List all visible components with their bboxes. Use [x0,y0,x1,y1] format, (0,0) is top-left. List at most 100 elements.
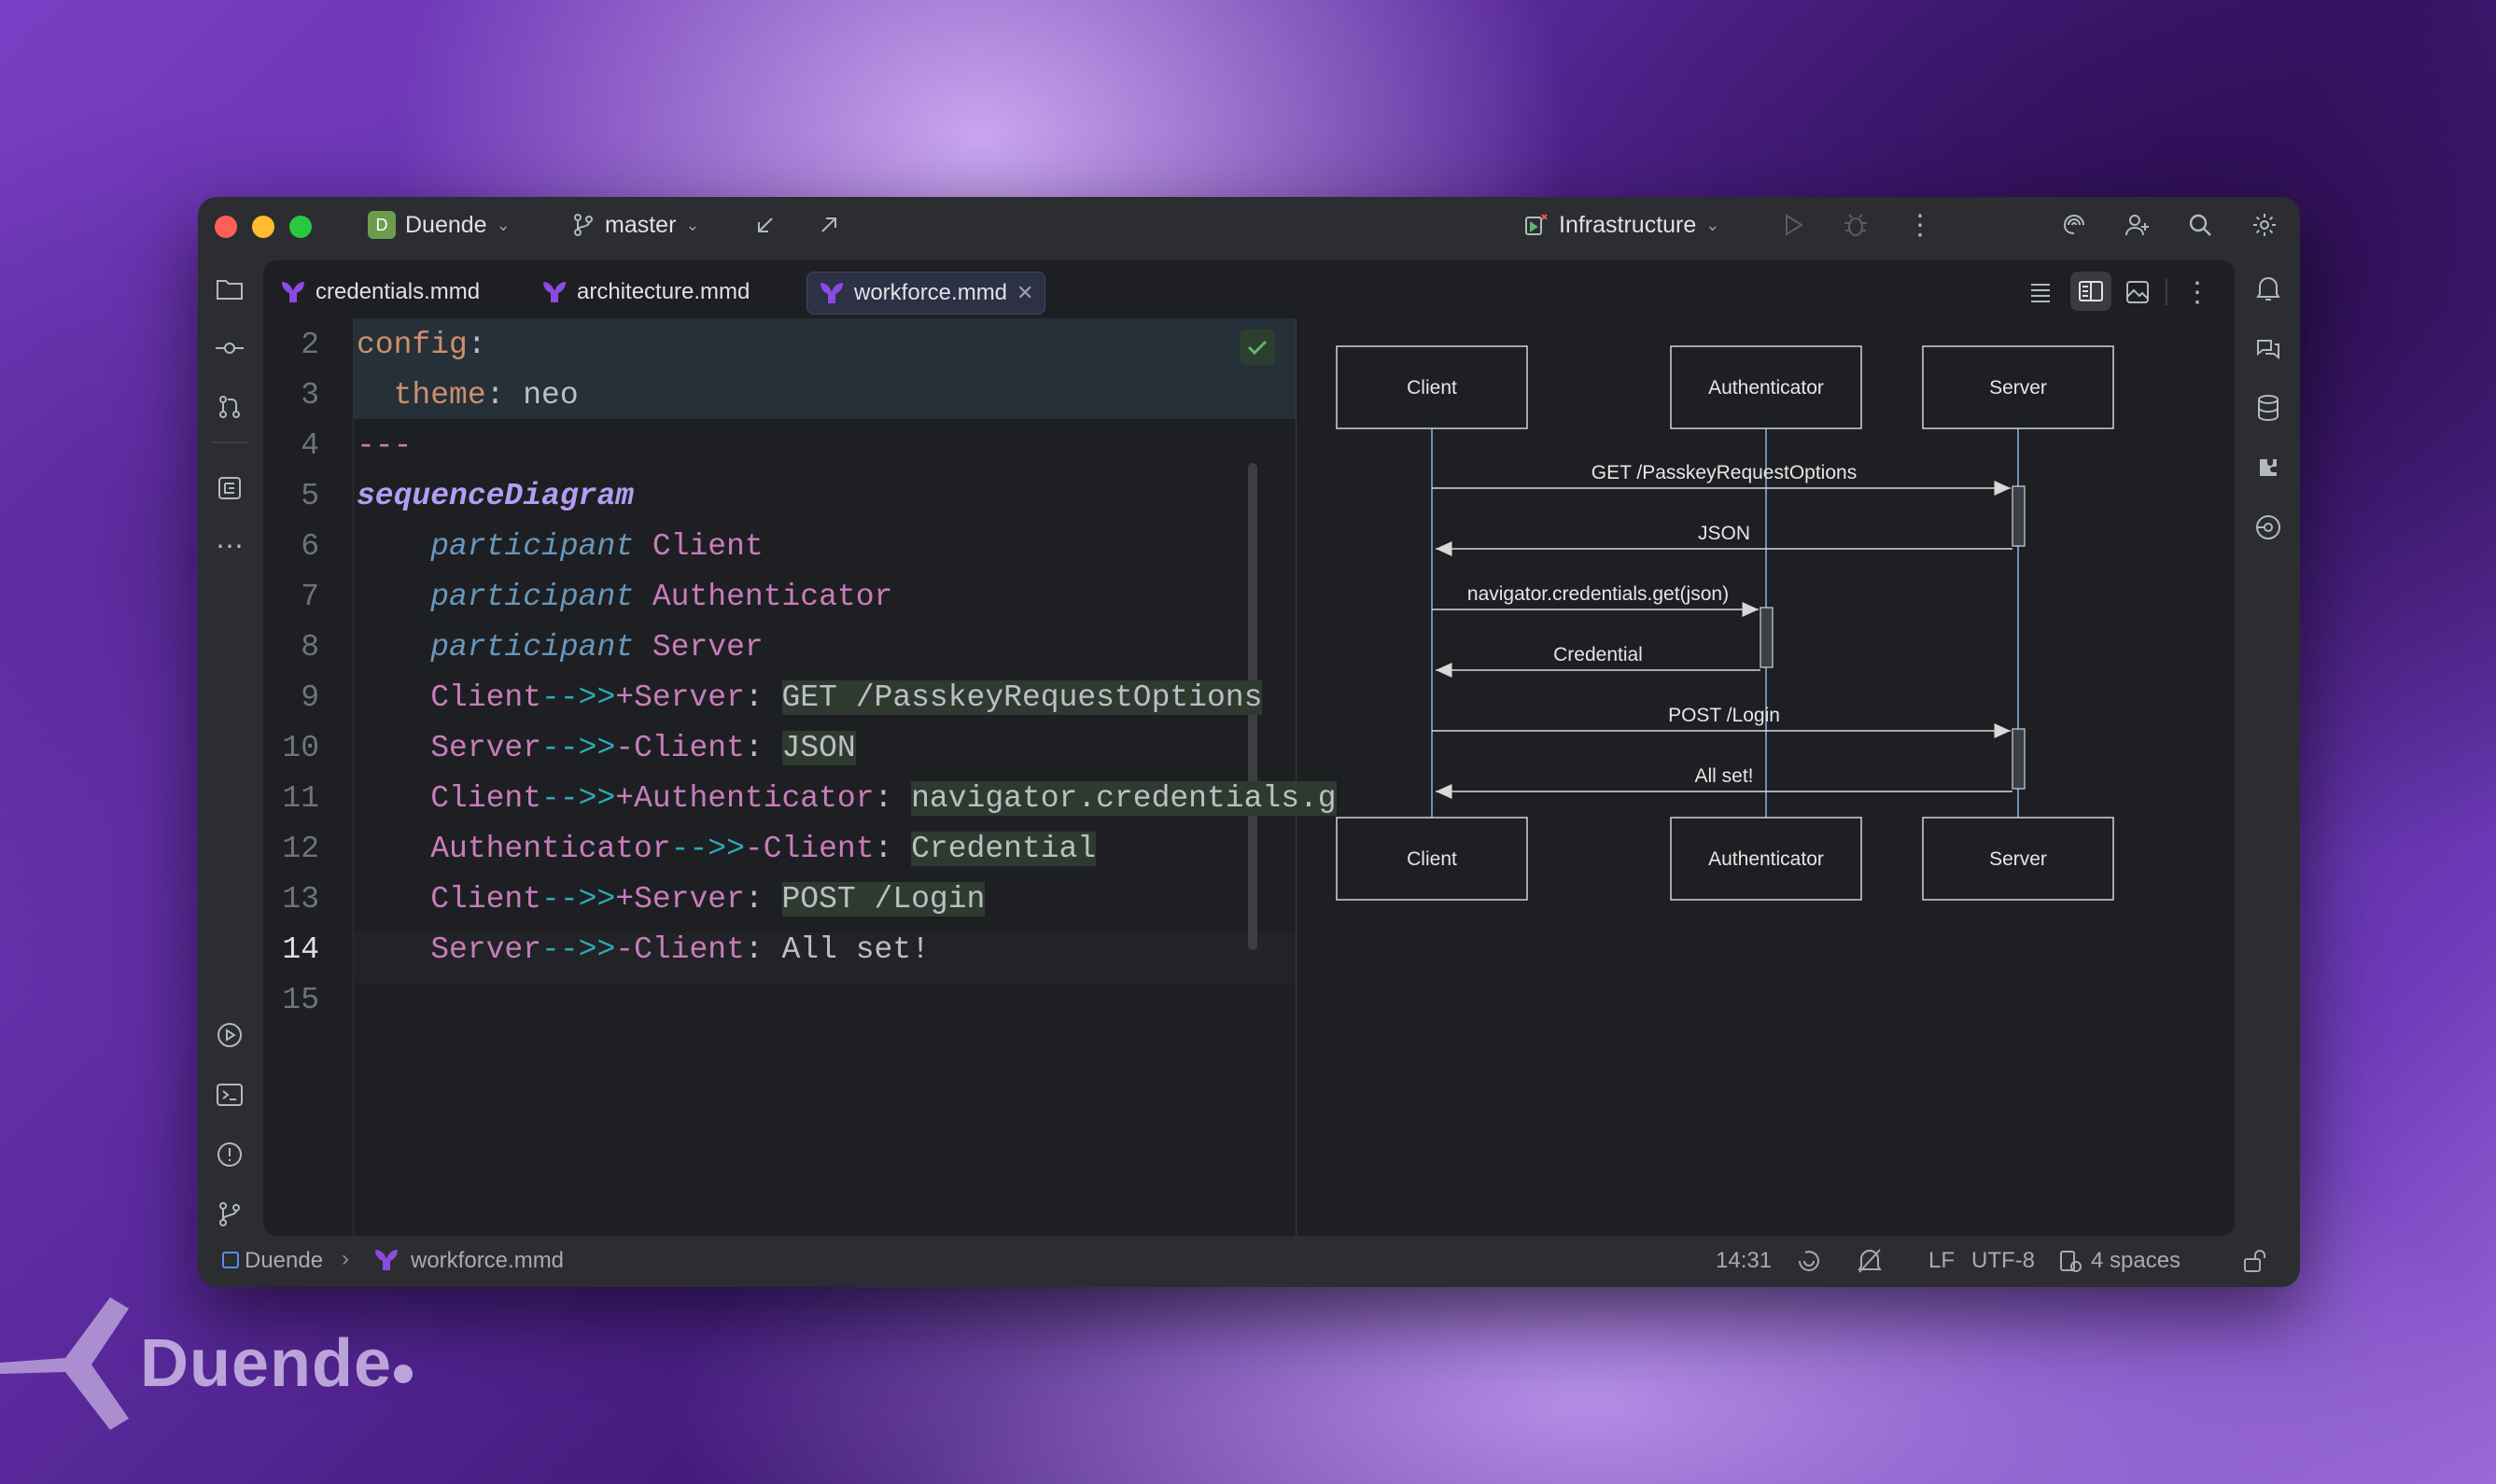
problems-icon[interactable] [209,1134,250,1175]
message-text: navigator.credentials.g [911,781,1337,816]
message-label: All set! [1694,765,1753,787]
line-number: 7 [301,580,319,614]
line-number: 12 [282,832,319,866]
code-line: Authenticator-->>-Client: Credential [357,832,1097,866]
ai-spiral-icon [2061,212,2087,238]
minimize-window-button[interactable] [252,216,274,238]
more-horizontal-icon[interactable]: ⋯ [209,525,250,567]
no-problems-check-icon[interactable] [1240,329,1275,365]
file-encoding[interactable]: UTF-8 [1971,1248,2035,1274]
code-line: participant Server [357,630,764,665]
preview-only-view-icon[interactable] [2119,273,2156,311]
tab-architecture[interactable]: architecture.mmd [530,272,761,313]
project-selector[interactable]: D Duende ⌄ [368,197,511,253]
arrow-down-left-icon [754,214,777,236]
participant-name: Authenticator [652,580,893,614]
update-project-button[interactable] [754,197,777,253]
pull-requests-icon[interactable] [209,386,250,427]
arrow-up-right-icon [818,214,840,236]
arrow: -->> [541,680,616,715]
actor: +Server [615,680,745,715]
more-actions-button[interactable]: ⋮ [1906,197,1934,253]
diagram-preview[interactable]: Client Authenticator Server GET /Passkey… [1299,318,2235,1236]
breadcrumb-file[interactable]: workforce.mmd [411,1248,564,1274]
caret-position[interactable]: 14:31 [1716,1248,1772,1274]
code-line: Client-->>+Server: GET /PasskeyRequestOp… [357,680,1263,715]
code-line: Client-->>+Authenticator: navigator.cred… [357,781,1337,816]
git-branch-icon [571,213,596,237]
participant-name: Client [652,529,764,564]
tab-workforce[interactable]: workforce.mmd ✕ [806,272,1046,315]
close-window-button[interactable] [215,216,237,238]
more-vertical-icon[interactable]: ⋮ [2179,273,2216,311]
participant-box-server-bottom[interactable]: Server [1922,817,2114,901]
breadcrumb-project[interactable]: Duende [245,1248,323,1274]
database-icon[interactable] [2248,387,2289,428]
ai-assistant-button[interactable] [2061,197,2087,253]
debug-button[interactable] [1843,197,1869,253]
punct: : [744,932,782,967]
punct: : [467,328,486,362]
endpoints-icon[interactable] [2248,507,2289,548]
message-text: Credential [911,832,1097,866]
actor: -Client [615,731,745,765]
close-tab-icon[interactable]: ✕ [1017,281,1033,305]
ai-chat-icon[interactable] [2248,328,2289,369]
line-number: 5 [301,479,319,513]
settings-button[interactable] [2251,197,2278,253]
participant-label: Authenticator [1708,377,1824,399]
participant-box-authenticator[interactable]: Authenticator [1670,345,1862,429]
line-separator[interactable]: LF [1928,1248,1955,1274]
yaml-key: theme [393,378,486,413]
git-icon[interactable] [209,1194,250,1235]
editor-only-view-icon[interactable] [2022,273,2059,311]
participant-box-authenticator-bottom[interactable]: Authenticator [1670,817,1862,901]
zoom-window-button[interactable] [289,216,312,238]
folder-icon[interactable] [209,269,250,310]
run-tool-icon[interactable] [209,1015,250,1056]
plugin-icon[interactable] [2248,447,2289,488]
message-label: POST /Login [1668,705,1780,726]
tab-label: workforce.mmd [854,280,1008,305]
message-text: JSON [781,731,856,765]
search-everywhere-button[interactable] [2188,197,2212,253]
editor-panel: credentials.mmd architecture.mmd workfor… [263,260,2235,1236]
participant-box-client[interactable]: Client [1336,345,1528,429]
project-badge: D [368,211,396,239]
participant-box-client-bottom[interactable]: Client [1336,817,1528,901]
play-icon [1781,213,1805,237]
split-view-icon[interactable] [2070,272,2111,311]
arrow: -->> [541,731,616,765]
inspections-off-icon[interactable] [1856,1248,1884,1274]
mermaid-file-icon [280,280,306,304]
mermaid-file-icon [541,280,568,304]
run-configuration-selector[interactable]: Infrastructure ⌄ [1523,197,1719,253]
activation-bar-authenticator [1760,607,1774,668]
participant-box-server[interactable]: Server [1922,345,2114,429]
watermark-dot [394,1365,413,1383]
branch-selector[interactable]: master ⌄ [571,197,700,253]
code-editor[interactable]: 2 3 4 5 6 7 8 9 10 11 12 13 14 15 config… [263,318,1337,1236]
structure-icon[interactable] [209,468,250,509]
tab-credentials[interactable]: credentials.mmd [269,272,491,313]
ai-status-icon[interactable] [1796,1248,1822,1274]
line-number: 6 [301,529,319,564]
terminal-icon[interactable] [209,1074,250,1115]
editor-tabs: credentials.mmd architecture.mmd workfor… [263,260,2235,318]
notifications-icon[interactable] [2248,268,2289,309]
project-name: Duende [405,211,487,238]
more-vertical-icon: ⋮ [1906,209,1934,241]
commit-icon[interactable] [209,328,250,369]
add-user-icon [2124,212,2151,238]
participant-name: Server [652,630,764,665]
message-label: Credential [1553,644,1643,665]
arrow: -->> [670,832,745,866]
run-button[interactable] [1781,197,1805,253]
unlock-icon[interactable] [2242,1248,2268,1274]
code-line: participant Authenticator [357,580,892,614]
actor: Server [430,932,542,967]
push-button[interactable] [818,197,840,253]
indentation[interactable]: 4 spaces [2091,1248,2180,1274]
code-line: --- [357,428,412,463]
code-with-me-button[interactable] [2124,197,2151,253]
